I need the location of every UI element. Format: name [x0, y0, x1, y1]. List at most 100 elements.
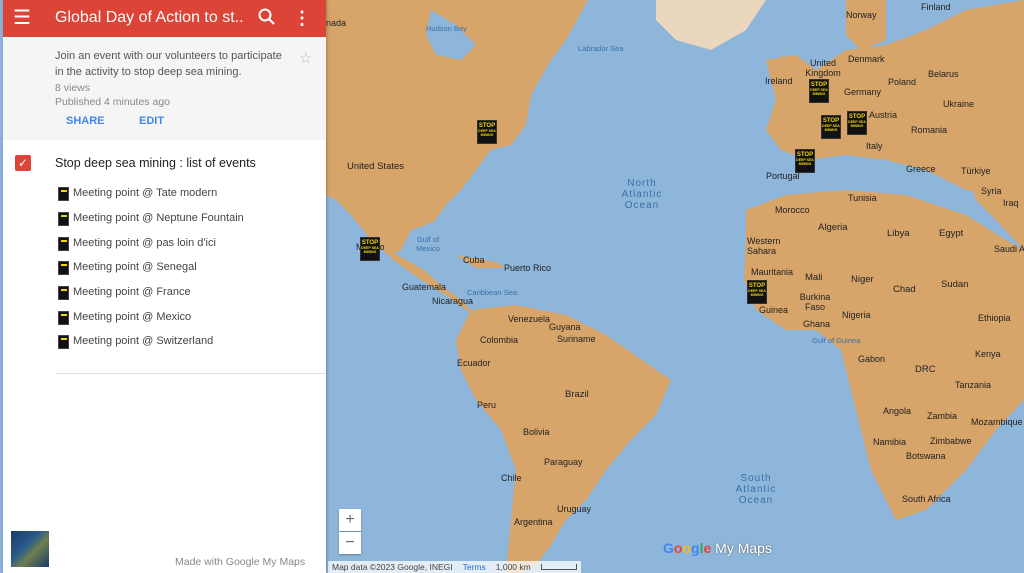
map-label-gulf-of-guinea: Gulf of Guinea [812, 336, 861, 345]
map-label-south-africa: South Africa [902, 494, 951, 504]
map-info-section: Join an event with our volunteers to par… [3, 37, 326, 140]
scale-bar [540, 564, 577, 570]
map-label-brazil: Brazil [565, 389, 589, 400]
map-label-western-sahara: Western Sahara [747, 236, 781, 256]
map-marker-pin[interactable]: STOP DEEP SEA MINING [821, 115, 841, 139]
more-vert-icon[interactable]: ⋮ [293, 6, 311, 30]
list-item-label: Meeting point @ pas loin d'ici [73, 237, 216, 249]
map-label-angola: Angola [883, 406, 912, 416]
marker-subtext: DEEP SEA MINING [796, 158, 814, 166]
map-label-gulf-of-mexico: Gulf of Mexico [416, 235, 440, 253]
share-button[interactable]: SHARE [66, 115, 105, 127]
map-label-poland: Poland [888, 77, 917, 87]
google-my-maps-logo: Google My Maps [663, 540, 772, 556]
map-label-canada: nada [326, 18, 347, 28]
list-item-label: Meeting point @ Mexico [73, 311, 192, 323]
list-item[interactable]: Meeting point @ Switzerland [55, 333, 315, 351]
map-label-burkina-faso: Burkina Faso [799, 292, 831, 312]
map-label-colombia: Colombia [480, 335, 519, 345]
stop-deep-sea-mining-icon [58, 212, 69, 226]
marker-subtext: DEEP SEA MINING [748, 289, 766, 297]
stop-deep-sea-mining-icon [58, 187, 69, 201]
stop-deep-sea-mining-icon [58, 335, 69, 349]
map-label-cuba: Cuba [463, 255, 485, 265]
stop-deep-sea-mining-icon [58, 237, 69, 251]
map-label-botswana: Botswana [906, 451, 946, 461]
map-label-chad: Chad [893, 284, 916, 295]
star-icon[interactable]: ☆ [299, 49, 312, 67]
map-marker-pin[interactable]: STOP DEEP SEA MINING [477, 120, 497, 144]
zoom-in-button[interactable]: + [339, 509, 361, 531]
list-item-label: Meeting point @ Senegal [73, 261, 197, 273]
map-label-bolivia: Bolivia [523, 427, 550, 437]
map-label-algeria: Algeria [818, 222, 848, 233]
map-label-germany: Germany [844, 87, 882, 97]
map-label-drc: DRC [915, 364, 936, 375]
terms-link[interactable]: Terms [463, 562, 486, 572]
layer-checkbox[interactable]: ✓ [15, 155, 31, 171]
search-icon[interactable] [256, 6, 278, 28]
map-label-united-states: United States [347, 161, 405, 172]
layer-title: Stop deep sea mining : list of events [55, 156, 256, 170]
zoom-out-button[interactable]: − [339, 532, 361, 554]
map-label-nigeria: Nigeria [842, 310, 871, 320]
scale-label: 1,000 km [495, 562, 531, 572]
list-item[interactable]: Meeting point @ pas loin d'ici [55, 235, 315, 253]
marker-subtext: DEEP SEA MINING [361, 246, 379, 254]
stop-deep-sea-mining-icon [58, 261, 69, 275]
map-label-ethiopia: Ethiopia [978, 313, 1011, 323]
logo-letter: o [682, 540, 692, 556]
map-label-united-kingdom: United Kingdom [805, 58, 841, 78]
map-label-egypt: Egypt [939, 228, 964, 239]
logo-letter: e [703, 540, 712, 556]
logo-letter: G [663, 540, 674, 556]
map-label-north-atlantic: North Atlantic Ocean [621, 178, 663, 211]
map-marker-pin[interactable]: STOP DEEP SEA MINING [847, 111, 867, 135]
map-label-denmark: Denmark [848, 54, 885, 64]
map-marker-pin[interactable]: STOP DEEP SEA MINING [747, 280, 767, 304]
map-marker-pin[interactable]: STOP DEEP SEA MINING [809, 79, 829, 103]
map-legend-panel: ☰ Global Day of Action to st... ⋮ Join a… [3, 0, 326, 573]
map-label-tunisia: Tunisia [848, 193, 877, 203]
list-item-label: Meeting point @ France [73, 286, 191, 298]
map-label-labrador-sea: Labrador Sea [578, 44, 624, 53]
menu-icon[interactable]: ☰ [10, 6, 34, 30]
list-item[interactable]: Meeting point @ Tate modern [55, 185, 315, 203]
map-label-ukraine: Ukraine [943, 99, 975, 109]
map-marker-pin[interactable]: STOP DEEP SEA MINING [360, 237, 380, 261]
marker-subtext: DEEP SEA MINING [848, 120, 866, 128]
map-label-zimbabwe: Zimbabwe [930, 436, 972, 446]
map-label-greece: Greece [906, 164, 936, 174]
map-label-ecuador: Ecuador [457, 358, 491, 368]
map-label-gabon: Gabon [858, 354, 886, 364]
list-item-label: Meeting point @ Tate modern [73, 187, 218, 199]
map-label-guinea: Guinea [759, 305, 789, 315]
list-item[interactable]: Meeting point @ Senegal [55, 259, 315, 277]
stop-deep-sea-mining-icon [58, 311, 69, 325]
map-label-romania: Romania [911, 125, 948, 135]
map-marker-pin[interactable]: STOP DEEP SEA MINING [795, 149, 815, 173]
published-time: Published 4 minutes ago [55, 96, 170, 108]
map-title: Global Day of Action to st... [55, 9, 245, 26]
map-label-paraguay: Paraguay [544, 457, 583, 467]
map-label-sudan: Sudan [941, 279, 969, 290]
map-label-hudson-bay: Hudson Bay [426, 24, 467, 33]
map-label-norway: Norway [846, 10, 877, 20]
map-label-guatemala: Guatemala [402, 282, 447, 292]
view-count: 8 views [55, 82, 91, 94]
list-item[interactable]: Meeting point @ Neptune Fountain [55, 210, 315, 228]
list-item[interactable]: Meeting point @ France [55, 284, 315, 302]
map-label-kenya: Kenya [975, 349, 1001, 359]
map-label-italy: Italy [866, 141, 883, 151]
map-label-syria: Syria [981, 186, 1002, 196]
list-item[interactable]: Meeting point @ Mexico [55, 309, 315, 327]
map-label-guyana: Guyana [549, 322, 581, 332]
edit-button[interactable]: EDIT [139, 115, 164, 127]
map-label-mauritania: Mauritania [751, 267, 794, 277]
map-label-venezuela: Venezuela [508, 314, 551, 324]
map-label-ireland: Ireland [765, 76, 793, 86]
map-label-suriname: Suriname [557, 334, 596, 344]
basemap-thumbnail[interactable] [11, 531, 49, 567]
list-item-label: Meeting point @ Switzerland [73, 335, 214, 347]
map-label-saudi: Saudi A [994, 244, 1024, 254]
